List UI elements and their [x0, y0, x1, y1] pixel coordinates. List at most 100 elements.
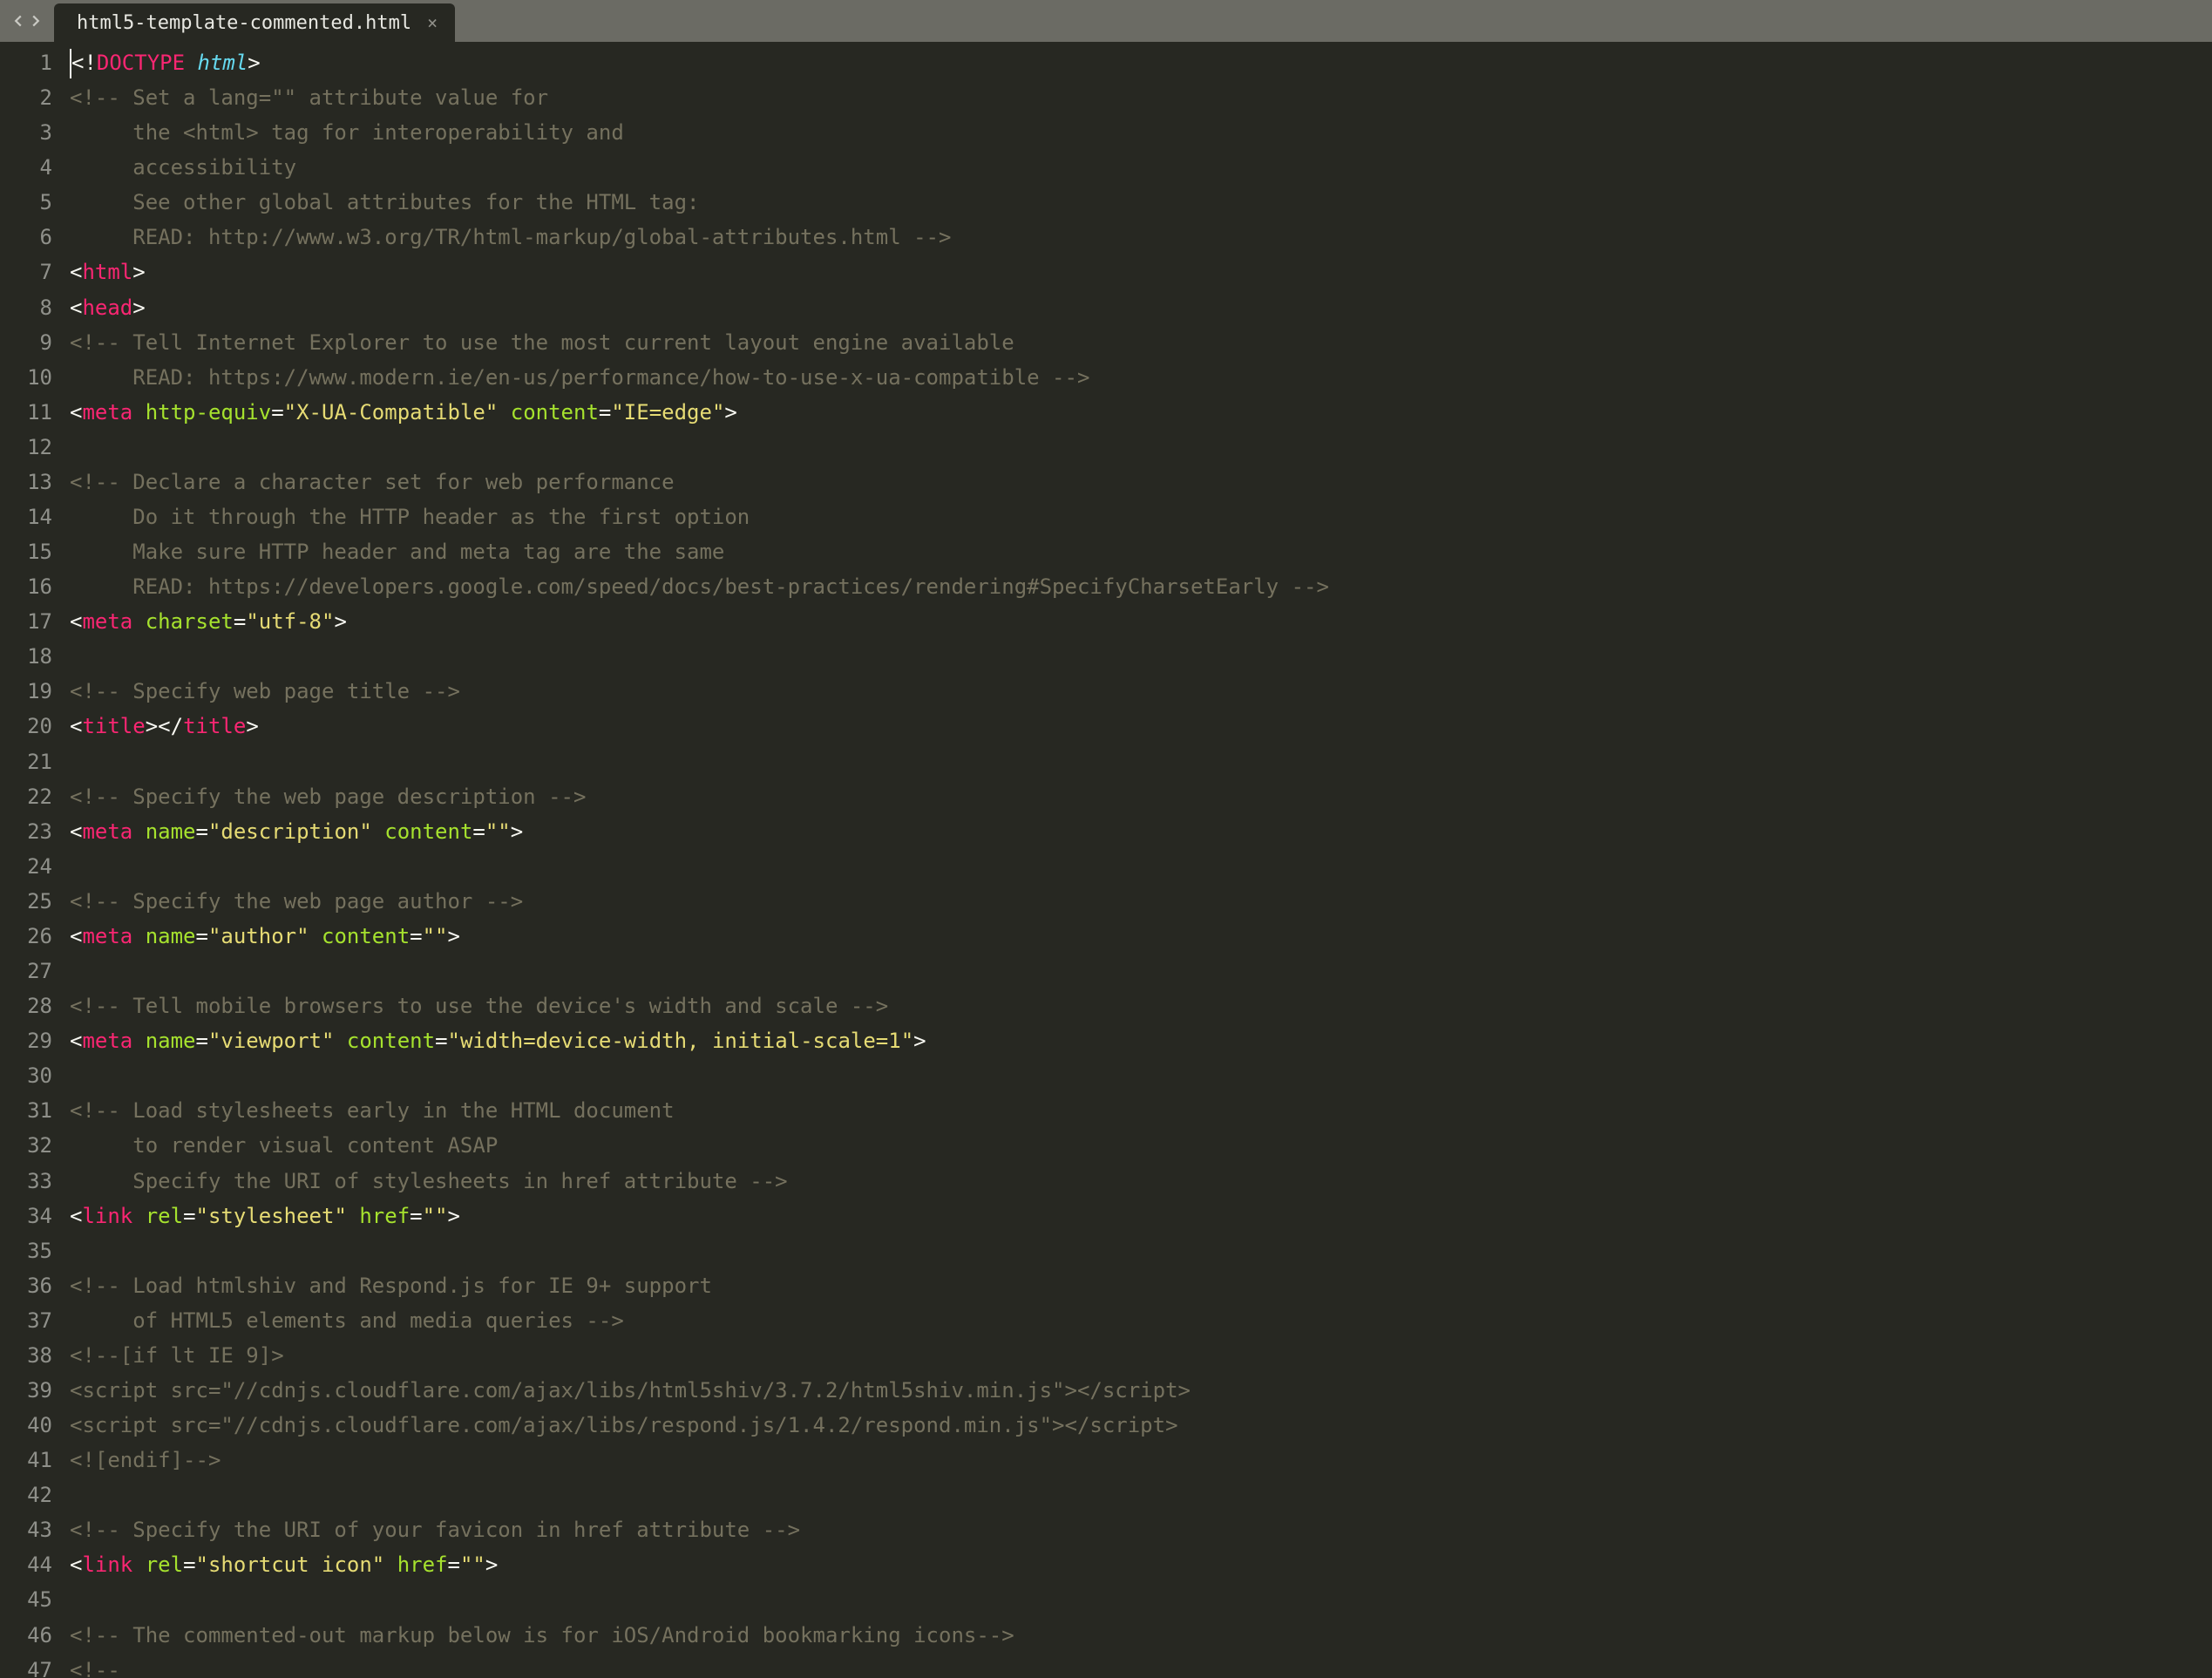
code-line[interactable]: <!-- Tell Internet Explorer to use the m…	[70, 325, 2212, 360]
code-line[interactable]: <script src="//cdnjs.cloudflare.com/ajax…	[70, 1373, 2212, 1408]
token-str: "shortcut icon"	[196, 1552, 385, 1577]
code-line[interactable]: the <html> tag for interoperability and	[70, 115, 2212, 150]
code-line[interactable]: <meta name="viewport" content="width=dev…	[70, 1023, 2212, 1058]
token-com: <!--	[70, 1658, 120, 1678]
code-line[interactable]: <!-- Load stylesheets early in the HTML …	[70, 1093, 2212, 1128]
code-line[interactable]: See other global attributes for the HTML…	[70, 185, 2212, 220]
token-tag: title	[82, 714, 145, 738]
line-number: 21	[0, 744, 52, 779]
code-line[interactable]: to render visual content ASAP	[70, 1128, 2212, 1163]
line-number: 9	[0, 325, 52, 360]
line-number: 11	[0, 395, 52, 430]
code-line[interactable]: <!-- Set a lang="" attribute value for	[70, 80, 2212, 115]
line-number: 22	[0, 779, 52, 814]
token-pun: <	[70, 609, 82, 634]
code-line[interactable]: <!-- Load htmlshiv and Respond.js for IE…	[70, 1268, 2212, 1303]
code-line[interactable]	[70, 849, 2212, 884]
code-line[interactable]: READ: http://www.w3.org/TR/html-markup/g…	[70, 220, 2212, 255]
code-line[interactable]	[70, 1233, 2212, 1268]
code-line[interactable]: READ: https://www.modern.ie/en-us/perfor…	[70, 360, 2212, 395]
code-line[interactable]: <!--	[70, 1653, 2212, 1678]
line-number: 32	[0, 1128, 52, 1163]
code-content[interactable]: <!DOCTYPE html><!-- Set a lang="" attrib…	[66, 42, 2212, 1678]
line-number: 29	[0, 1023, 52, 1058]
token-com: See other global attributes for the HTML…	[70, 190, 699, 214]
token-pun: <	[70, 260, 82, 284]
token-com: <!--[if lt IE 9]>	[70, 1343, 284, 1368]
token-str: ""	[423, 1204, 448, 1228]
line-number: 18	[0, 639, 52, 674]
token-com: Make sure HTTP header and meta tag are t…	[70, 540, 724, 564]
editor-area[interactable]: 1234567891011121314151617181920212223242…	[0, 42, 2212, 1678]
line-number: 46	[0, 1618, 52, 1653]
code-line[interactable]: <!-- Tell mobile browsers to use the dev…	[70, 988, 2212, 1023]
code-line[interactable]	[70, 744, 2212, 779]
code-line[interactable]: <link rel="shortcut icon" href="">	[70, 1547, 2212, 1582]
code-line[interactable]: <meta http-equiv="X-UA-Compatible" conte…	[70, 395, 2212, 430]
token-tag: html	[82, 260, 132, 284]
code-line[interactable]: <!-- Specify web page title -->	[70, 674, 2212, 709]
code-line[interactable]: accessibility	[70, 150, 2212, 185]
code-line[interactable]	[70, 954, 2212, 988]
token-attr: rel	[146, 1552, 183, 1577]
token-attr: name	[146, 1029, 196, 1053]
nav-back-icon[interactable]	[12, 15, 24, 27]
code-line[interactable]: <html>	[70, 255, 2212, 289]
token-pun: =	[196, 1029, 208, 1053]
code-line[interactable]	[70, 1058, 2212, 1093]
code-line[interactable]: <![endif]-->	[70, 1443, 2212, 1478]
code-line[interactable]	[70, 1478, 2212, 1512]
token-pun: =	[410, 1204, 422, 1228]
code-line[interactable]	[70, 639, 2212, 674]
line-number: 41	[0, 1443, 52, 1478]
token-doc: html	[198, 51, 248, 75]
line-number: 33	[0, 1164, 52, 1199]
code-line[interactable]: Specify the URI of stylesheets in href a…	[70, 1164, 2212, 1199]
code-line[interactable]: Make sure HTTP header and meta tag are t…	[70, 534, 2212, 569]
code-line[interactable]: <meta charset="utf-8">	[70, 604, 2212, 639]
token-pun: =	[196, 819, 208, 844]
token-pun	[347, 1204, 359, 1228]
code-line[interactable]: <title></title>	[70, 709, 2212, 744]
code-line[interactable]: Do it through the HTTP header as the fir…	[70, 499, 2212, 534]
code-line[interactable]: <!-- Declare a character set for web per…	[70, 465, 2212, 499]
token-com: the <html> tag for interoperability and	[70, 120, 624, 145]
token-pun	[132, 1204, 145, 1228]
code-line[interactable]: <meta name="description" content="">	[70, 814, 2212, 849]
close-icon[interactable]: ×	[427, 14, 438, 31]
token-pun: <	[70, 1204, 82, 1228]
token-com: READ: https://developers.google.com/spee…	[70, 574, 1329, 599]
code-line[interactable]: of HTML5 elements and media queries -->	[70, 1303, 2212, 1338]
tab-active[interactable]: html5-template-commented.html ×	[54, 3, 455, 42]
token-com: <!-- Specify the web page description --…	[70, 785, 586, 809]
code-line[interactable]: <!-- Specify the web page author -->	[70, 884, 2212, 919]
nav-forward-icon[interactable]	[30, 15, 42, 27]
token-tag: meta	[82, 1029, 132, 1053]
code-line[interactable]: <meta name="author" content="">	[70, 919, 2212, 954]
token-com: <!-- The commented-out markup below is f…	[70, 1623, 1014, 1647]
code-line[interactable]: <!--[if lt IE 9]>	[70, 1338, 2212, 1373]
token-pun	[498, 400, 510, 425]
code-line[interactable]: <!-- Specify the web page description --…	[70, 779, 2212, 814]
code-line[interactable]: <head>	[70, 290, 2212, 325]
line-number: 28	[0, 988, 52, 1023]
token-tag: meta	[82, 400, 132, 425]
code-line[interactable]: <script src="//cdnjs.cloudflare.com/ajax…	[70, 1408, 2212, 1443]
token-pun: >	[334, 609, 346, 634]
code-line[interactable]: <link rel="stylesheet" href="">	[70, 1199, 2212, 1233]
code-line[interactable]: <!DOCTYPE html>	[70, 45, 2212, 80]
line-number-gutter: 1234567891011121314151617181920212223242…	[0, 42, 66, 1678]
token-str: ""	[460, 1552, 485, 1577]
line-number: 27	[0, 954, 52, 988]
code-line[interactable]: READ: https://developers.google.com/spee…	[70, 569, 2212, 604]
line-number: 20	[0, 709, 52, 744]
code-line[interactable]: <!-- Specify the URI of your favicon in …	[70, 1512, 2212, 1547]
code-line[interactable]: <!-- The commented-out markup below is f…	[70, 1618, 2212, 1653]
code-line[interactable]	[70, 1582, 2212, 1617]
tab-title: html5-template-commented.html	[77, 12, 411, 34]
code-line[interactable]	[70, 430, 2212, 465]
token-pun	[309, 924, 322, 948]
token-pun: =	[599, 400, 611, 425]
token-pun	[384, 1552, 397, 1577]
line-number: 39	[0, 1373, 52, 1408]
